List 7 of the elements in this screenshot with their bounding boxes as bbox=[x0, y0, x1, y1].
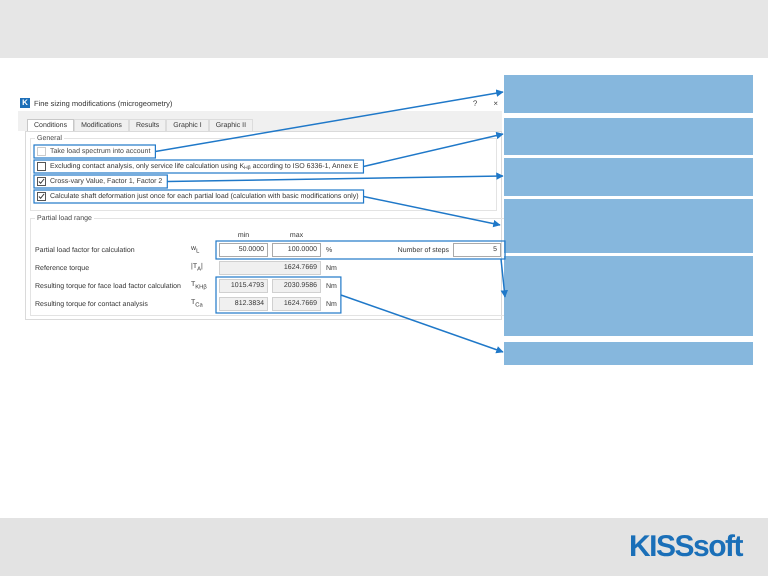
close-button[interactable]: × bbox=[489, 98, 502, 108]
logo: KISSsoft bbox=[628, 530, 742, 564]
checkbox[interactable] bbox=[37, 177, 46, 186]
checkbox[interactable] bbox=[37, 192, 46, 201]
help-button[interactable]: ? bbox=[468, 98, 482, 108]
app-icon: K bbox=[20, 98, 30, 108]
checkbox[interactable] bbox=[37, 162, 46, 171]
